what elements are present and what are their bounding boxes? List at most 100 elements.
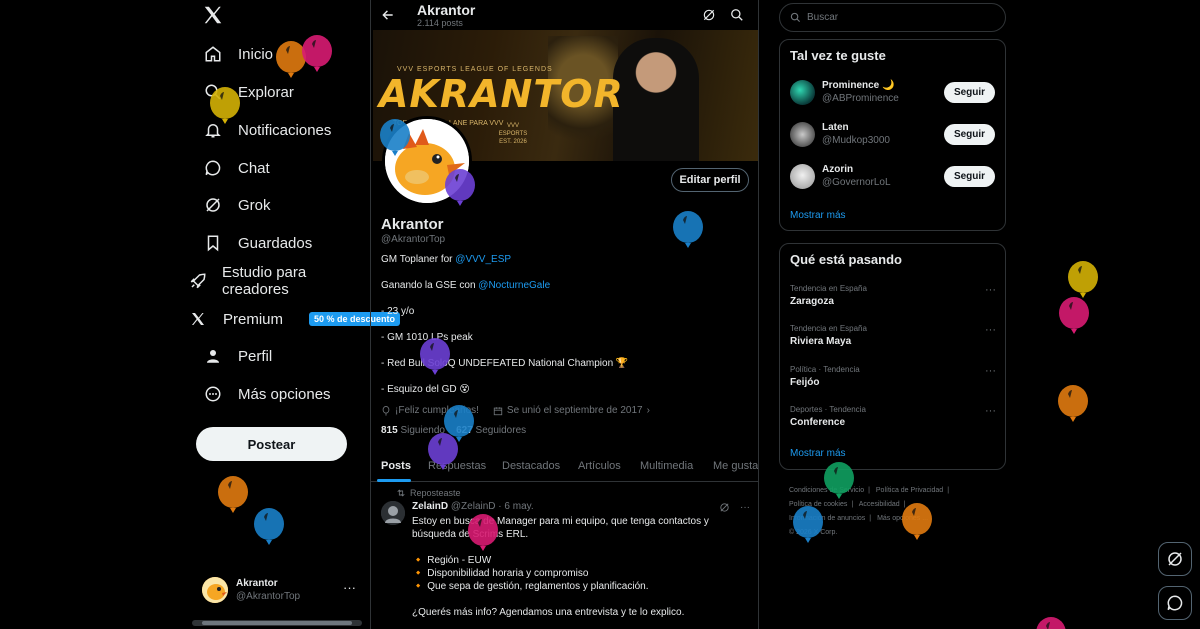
profile-name: Akrantor — [381, 216, 444, 233]
nav-label: Estudio para creadores — [222, 264, 307, 298]
balloon-icon — [791, 505, 825, 547]
grok-fab[interactable] — [1158, 542, 1192, 576]
account-handle: @AkrantorTop — [236, 591, 301, 602]
search-input[interactable] — [807, 12, 987, 23]
grok-icon — [1168, 552, 1182, 566]
grok-icon[interactable] — [702, 8, 716, 22]
trends-show-more-link[interactable]: Mostrar más — [790, 448, 846, 459]
avatar — [790, 122, 815, 147]
balloon-icon — [426, 432, 460, 474]
trend-item[interactable]: Tendencia en España Zaragoza ··· — [790, 284, 996, 316]
nav-item-mas-opciones[interactable]: Más opciones — [202, 379, 331, 409]
trend-item[interactable]: Política · Tendencia Feijóo ··· — [790, 365, 996, 397]
tab-multimedia[interactable]: Multimedia — [640, 460, 693, 472]
repost-indicator: Reposteaste — [396, 488, 461, 498]
balloon-icon — [378, 118, 412, 160]
footer-link[interactable]: Política de Privacidad — [876, 487, 943, 494]
trend-item[interactable]: Deportes · Tendencia Conference ··· — [790, 405, 996, 437]
nav-item-premium[interactable]: Premium 50 % de descuento — [187, 304, 401, 334]
nav-label: Inicio — [238, 45, 274, 63]
nav-label: Chat — [238, 159, 270, 177]
more-dots-icon[interactable]: ··· — [343, 580, 356, 595]
more-dots-icon[interactable]: ··· — [985, 365, 996, 377]
post-button[interactable]: Postear — [196, 427, 347, 461]
nav-item-perfil[interactable]: Perfil — [202, 341, 272, 371]
edit-profile-button[interactable]: Editar perfil — [671, 168, 749, 192]
calendar-icon — [493, 406, 503, 416]
nav-item-estudio[interactable]: Estudio para creadores — [187, 264, 370, 298]
trend-topic: Zaragoza — [790, 296, 834, 307]
balloon-icon — [1034, 616, 1068, 629]
nav-item-inicio[interactable]: Inicio — [202, 39, 273, 69]
balloon-icon — [466, 513, 500, 555]
more-circle-icon — [202, 383, 224, 405]
suggestions-card: Tal vez te guste Prominence 🌙 @ABPromine… — [779, 39, 1006, 231]
nav-label: Premium — [223, 310, 284, 328]
tweet-author-handle[interactable]: @ZelainD · 6 may. — [451, 501, 534, 512]
suggestion-item[interactable]: Prominence 🌙 @ABProminence Seguir — [790, 79, 996, 107]
tweet-text-line: Estoy en busca de Manager para mi equipo… — [412, 516, 709, 527]
show-more-link[interactable]: Mostrar más — [790, 210, 846, 221]
nav-item-grok[interactable]: Grok — [202, 190, 271, 220]
more-dots-icon[interactable]: ··· — [985, 405, 996, 417]
banner-player-photo — [613, 38, 699, 161]
bio-line: GM Toplaner for @VVV_ESP — [381, 254, 512, 265]
suggestion-item[interactable]: Azorin @GovernorLoL Seguir — [790, 163, 996, 191]
profile-topbar: Akrantor 2.114 posts — [371, 0, 758, 30]
suggestion-name: Azorin — [822, 164, 854, 175]
mention-link[interactable]: @VVV_ESP — [455, 254, 511, 265]
mention-link[interactable]: @NocturneGale — [478, 280, 550, 291]
trends-card: Qué está pasando Tendencia en España Zar… — [779, 243, 1006, 470]
trend-context: Tendencia en España — [790, 284, 867, 293]
tweet-text-line: ¿Querés más info? Agendamos una entrevis… — [412, 607, 685, 618]
nav-label: Más opciones — [238, 385, 331, 403]
balloon-icon — [822, 461, 856, 503]
nav-label: Grok — [238, 196, 271, 214]
more-dots-icon[interactable]: ··· — [985, 324, 996, 336]
search-icon — [790, 12, 801, 23]
more-dots-icon[interactable]: ··· — [985, 284, 996, 296]
suggestion-name: Laten — [822, 122, 849, 133]
more-dots-icon[interactable]: ··· — [740, 502, 750, 513]
suggestion-item[interactable]: Laten @Mudkop3000 Seguir — [790, 121, 996, 149]
messages-fab[interactable] — [1158, 586, 1192, 620]
home-icon — [202, 43, 224, 65]
scrollbar-thumb[interactable] — [202, 621, 352, 625]
account-switcher[interactable]: Akrantor @AkrantorTop ··· — [202, 574, 362, 606]
suggestion-handle: @ABProminence — [822, 93, 899, 104]
trends-title: Qué está pasando — [790, 252, 902, 267]
chat-icon — [1167, 595, 1183, 611]
trend-context: Deportes · Tendencia — [790, 405, 866, 414]
nav-item-guardados[interactable]: Guardados — [202, 228, 312, 258]
tab-destacados[interactable]: Destacados — [502, 460, 560, 472]
nav-item-chat[interactable]: Chat — [202, 153, 270, 183]
chat-icon — [202, 157, 224, 179]
search-icon[interactable] — [730, 8, 744, 22]
balloon-icon — [381, 405, 391, 416]
tweet-text-line: 🔸 Disponibilidad horaria y compromiso — [412, 568, 589, 579]
tweet-author-name[interactable]: ZelainD — [412, 501, 448, 512]
profile-handle: @AkrantorTop — [381, 234, 446, 245]
balloon-icon — [418, 337, 452, 379]
trend-item[interactable]: Tendencia en España Riviera Maya ··· — [790, 324, 996, 356]
follow-button[interactable]: Seguir — [944, 82, 995, 103]
tab-posts[interactable]: Posts — [381, 460, 411, 472]
chevron-right-icon[interactable]: › — [647, 405, 650, 416]
avatar[interactable] — [381, 501, 405, 525]
grok-icon[interactable] — [719, 502, 730, 513]
bio-line: - 23 y/o — [381, 306, 415, 317]
follow-button[interactable]: Seguir — [944, 166, 995, 187]
search-box[interactable] — [779, 3, 1006, 32]
suggestion-name: Prominence 🌙 — [822, 80, 895, 91]
footer-link[interactable]: Accesibilidad — [859, 501, 900, 508]
tab-me-gusta[interactable]: Me gusta — [713, 460, 758, 472]
tab-articulos[interactable]: Artículos — [578, 460, 621, 472]
nav-label: Notificaciones — [238, 121, 332, 139]
back-arrow-icon[interactable] — [381, 8, 395, 22]
nav-label: Guardados — [238, 234, 313, 252]
horizontal-scrollbar[interactable] — [192, 620, 362, 626]
active-tab-indicator — [377, 479, 411, 482]
follow-button[interactable]: Seguir — [944, 124, 995, 145]
balloon-icon — [671, 210, 705, 252]
x-logo-icon[interactable] — [202, 4, 226, 28]
